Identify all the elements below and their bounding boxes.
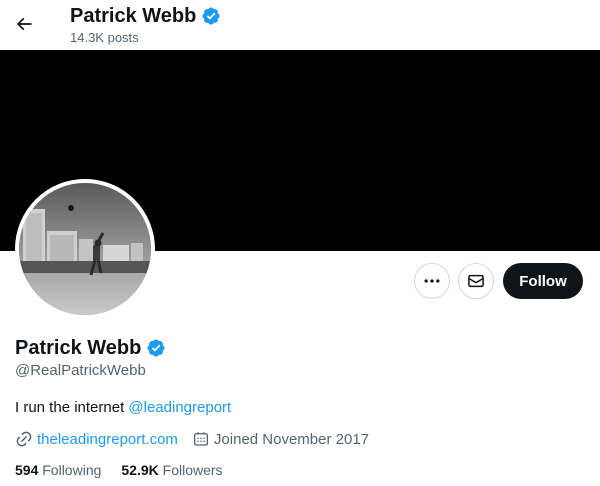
following-label: Following — [42, 462, 102, 478]
avatar-photo — [19, 183, 151, 315]
profile-avatar[interactable] — [15, 179, 155, 319]
post-count: 14.3K posts — [70, 30, 139, 45]
header-name: Patrick Webb — [70, 5, 197, 27]
profile-name: Patrick Webb — [15, 337, 142, 359]
verified-badge-icon — [202, 7, 220, 25]
bio-mention-link[interactable]: @leadingreport — [128, 399, 231, 416]
followers-link[interactable]: 52.9K Followers — [121, 462, 222, 478]
website-link[interactable]: theleadingreport.com — [37, 431, 178, 448]
envelope-icon — [468, 274, 484, 288]
top-bar: Patrick Webb 14.3K posts — [0, 0, 600, 50]
followers-label: Followers — [162, 462, 223, 478]
more-options-button[interactable] — [414, 263, 450, 299]
joined-date: Joined November 2017 — [213, 430, 370, 448]
top-name-row: Patrick Webb — [70, 4, 221, 28]
joined-item: Joined November 2017 — [192, 430, 369, 448]
profile-name-row: Patrick Webb — [15, 336, 166, 360]
follow-button[interactable]: Follow — [503, 263, 583, 299]
profile-meta: theleadingreport.com Joined November 201… — [15, 430, 383, 448]
profile-stats: 594 Following 52.9K Followers — [15, 462, 243, 478]
verified-badge-icon[interactable] — [146, 338, 166, 358]
arrow-left-icon — [16, 17, 32, 31]
profile-bio: I run the internet @leadingreport — [15, 399, 231, 416]
following-count: 594 — [15, 462, 39, 478]
message-button[interactable] — [458, 263, 494, 299]
link-icon — [16, 431, 32, 447]
bio-text: I run the internet — [15, 399, 129, 416]
back-button[interactable] — [6, 6, 42, 42]
calendar-icon — [193, 432, 208, 446]
more-horizontal-icon — [424, 279, 440, 283]
website-item: theleadingreport.com — [15, 430, 178, 448]
followers-count: 52.9K — [121, 462, 159, 478]
following-link[interactable]: 594 Following — [15, 462, 101, 478]
profile-handle: @RealPatrickWebb — [15, 362, 146, 379]
